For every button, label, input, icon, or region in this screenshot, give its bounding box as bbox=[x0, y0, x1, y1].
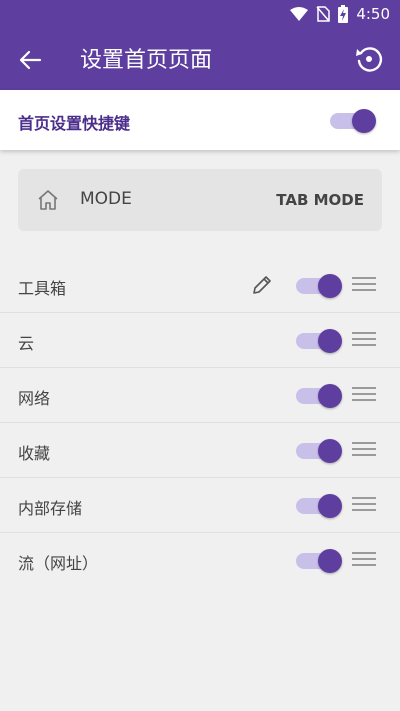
list-item-toolbox[interactable]: 工具箱 bbox=[0, 258, 400, 313]
list-item-stream-url[interactable]: 流（网址） bbox=[0, 533, 400, 587]
status-bar: 4:50 bbox=[290, 4, 390, 24]
toggle-cloud[interactable] bbox=[296, 327, 342, 353]
app-bar: 4:50 设置首页页面 bbox=[0, 0, 400, 90]
toggle-favorites[interactable] bbox=[296, 437, 342, 463]
battery-charging-icon bbox=[338, 5, 349, 23]
list-item-label: 网络 bbox=[18, 389, 51, 408]
list-item-label: 云 bbox=[18, 334, 35, 353]
list-item-label: 工具箱 bbox=[18, 279, 67, 298]
list-item-cloud[interactable]: 云 bbox=[0, 313, 400, 368]
toggle-network[interactable] bbox=[296, 382, 342, 408]
drag-handle-icon[interactable] bbox=[352, 387, 376, 403]
wifi-icon bbox=[290, 7, 309, 21]
home-items-list: 工具箱 云 网络 收藏 内部存储 流（网址） bbox=[0, 258, 400, 587]
list-item-network[interactable]: 网络 bbox=[0, 368, 400, 423]
drag-handle-icon[interactable] bbox=[352, 277, 376, 293]
restore-icon[interactable] bbox=[354, 44, 384, 74]
list-item-label: 流（网址） bbox=[18, 554, 99, 573]
drag-handle-icon[interactable] bbox=[352, 442, 376, 458]
list-item-favorites[interactable]: 收藏 bbox=[0, 423, 400, 478]
tab-mode-button[interactable]: TAB MODE bbox=[276, 191, 364, 209]
mode-label: MODE bbox=[80, 189, 132, 209]
status-time: 4:50 bbox=[356, 5, 390, 23]
mode-card[interactable]: MODE TAB MODE bbox=[18, 169, 382, 231]
home-shortcut-label: 首页设置快捷键 bbox=[18, 114, 131, 133]
back-arrow-icon[interactable] bbox=[16, 46, 44, 74]
drag-handle-icon[interactable] bbox=[352, 332, 376, 348]
list-item-internal-storage[interactable]: 内部存储 bbox=[0, 478, 400, 533]
toggle-internal-storage[interactable] bbox=[296, 492, 342, 518]
list-item-label: 内部存储 bbox=[18, 499, 83, 518]
list-item-label: 收藏 bbox=[18, 444, 51, 463]
home-icon bbox=[38, 190, 58, 210]
home-shortcut-toggle[interactable] bbox=[330, 107, 376, 133]
page-title: 设置首页页面 bbox=[80, 48, 213, 73]
pencil-icon[interactable] bbox=[250, 273, 274, 297]
no-sim-icon bbox=[316, 6, 331, 22]
home-shortcut-setting[interactable]: 首页设置快捷键 bbox=[0, 90, 400, 150]
toggle-toolbox[interactable] bbox=[296, 272, 342, 298]
toggle-stream-url[interactable] bbox=[296, 547, 342, 573]
drag-handle-icon[interactable] bbox=[352, 552, 376, 568]
drag-handle-icon[interactable] bbox=[352, 497, 376, 513]
